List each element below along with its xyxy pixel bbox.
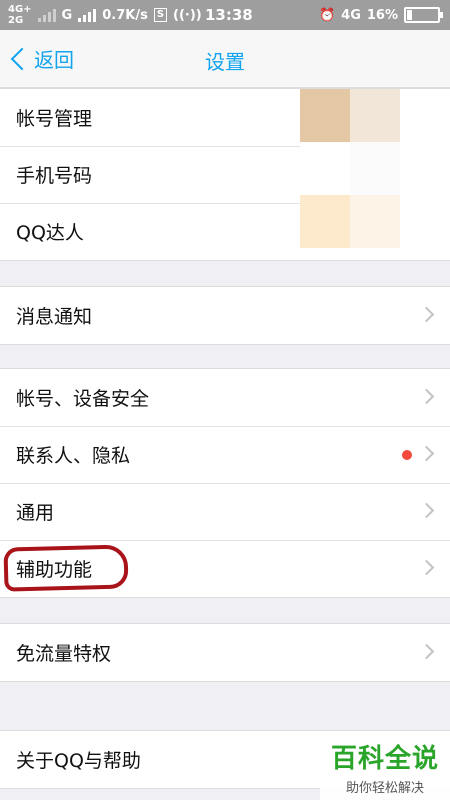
settings-group-data-privilege: 免流量特权 [0, 623, 450, 682]
watermark-subtitle: 助你轻松解决 [345, 781, 424, 796]
mosaic-tile [400, 142, 450, 195]
battery-percent: 16% [366, 7, 398, 23]
settings-item-label: QQ达人 [16, 222, 84, 244]
signal-icon [78, 8, 97, 22]
s-badge-icon: S [153, 8, 168, 22]
watermark-title: 百科全说 [330, 744, 439, 774]
chevron-right-icon [418, 388, 435, 405]
settings-item-account-device-security[interactable]: 帐号、设备安全 [0, 369, 450, 426]
chevron-right-icon [418, 445, 435, 462]
mosaic-tile [350, 195, 400, 248]
settings-group-account: 帐号管理 手机号码 QQ达人 [0, 88, 450, 261]
new-indicator-dot [402, 450, 412, 460]
status-time: 13:38 [205, 6, 253, 24]
network-type-bottom: 2G [8, 15, 24, 26]
battery-icon [404, 7, 443, 23]
mosaic-tile [300, 142, 350, 195]
settings-item-label: 帐号管理 [16, 108, 93, 130]
mosaic-tile [400, 195, 450, 248]
chevron-right-icon [418, 643, 435, 660]
page-title: 设置 [205, 50, 245, 74]
watermark-logo: 百科全说 助你轻松解决 [320, 732, 450, 800]
nav-bar: 返回 设置 [0, 30, 450, 88]
settings-item-label: 联系人、隐私 [16, 445, 131, 467]
chevron-right-icon [418, 559, 435, 576]
network-speed: 0.7K/s [102, 7, 148, 23]
settings-group-notifications: 消息通知 [0, 286, 450, 345]
mosaic-tile [300, 195, 350, 248]
status-bar: 4G+ 2G G 0.7K/s S ((·)) 13:38 ⏰ 4G 16% [0, 0, 450, 30]
chevron-right-icon [418, 306, 435, 323]
annotation-circle [3, 544, 129, 592]
settings-item-label: 免流量特权 [16, 643, 112, 665]
mosaic-tile [300, 89, 350, 142]
hotspot-icon: ((·)) [173, 7, 202, 23]
settings-item-contacts-privacy[interactable]: 联系人、隐私 [0, 426, 450, 483]
mosaic-tile [350, 142, 400, 195]
status-left: 4G+ 2G G 0.7K/s S ((·)) [8, 4, 202, 26]
blurred-avatar [300, 89, 450, 249]
network-type: 4G+ 2G [8, 4, 32, 26]
network-type-right: 4G [341, 7, 361, 23]
carrier-g: G [61, 7, 73, 23]
settings-item-message-notification[interactable]: 消息通知 [0, 287, 450, 344]
mosaic-tile [350, 89, 400, 142]
settings-item-label: 消息通知 [16, 306, 93, 328]
alarm-icon: ⏰ [318, 7, 336, 23]
network-type-top: 4G+ [8, 4, 32, 15]
settings-item-label: 关于QQ与帮助 [16, 750, 141, 772]
signal-icon [37, 8, 56, 22]
settings-item-free-data[interactable]: 免流量特权 [0, 624, 450, 681]
mosaic-tile [400, 89, 450, 142]
settings-item-general[interactable]: 通用 [0, 483, 450, 540]
settings-item-label: 手机号码 [16, 165, 93, 187]
status-right: ⏰ 4G 16% [318, 7, 443, 23]
chevron-right-icon [418, 502, 435, 519]
settings-item-label: 帐号、设备安全 [16, 388, 150, 410]
settings-item-label: 通用 [16, 502, 55, 524]
